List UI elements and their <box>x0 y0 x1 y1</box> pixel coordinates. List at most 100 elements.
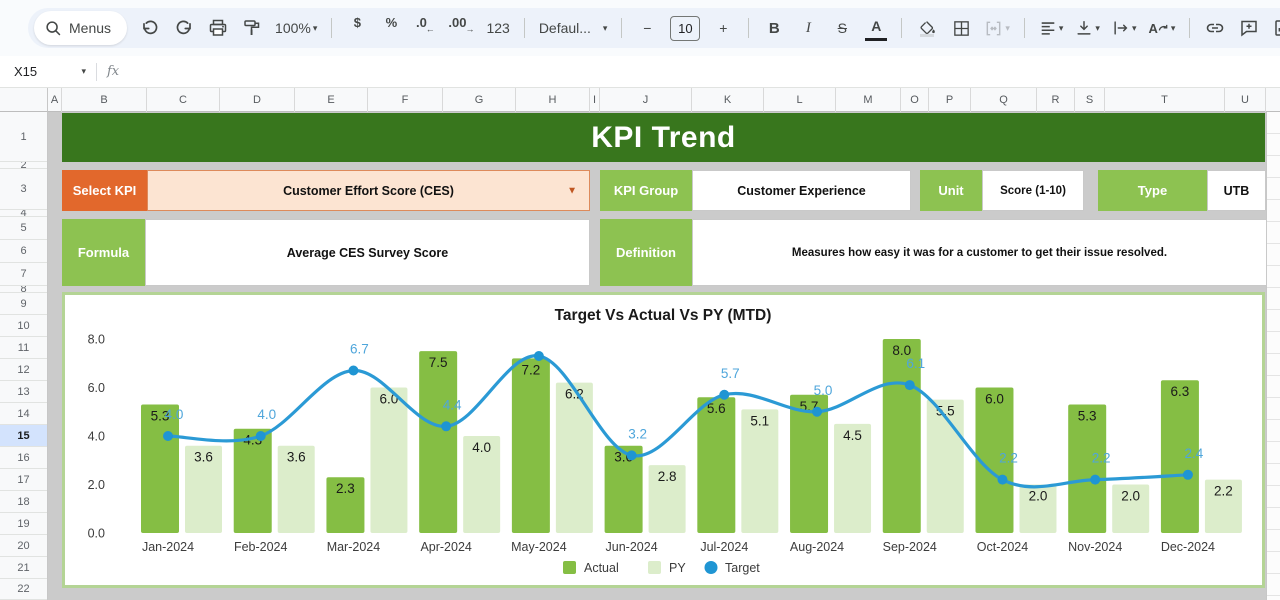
dropdown-arrow-icon: ▼ <box>567 185 577 196</box>
column-header-D[interactable]: D <box>220 88 295 112</box>
row-header-5[interactable]: 5 <box>0 217 47 240</box>
row-header-14[interactable]: 14 <box>0 403 47 425</box>
target-label: 4.0 <box>165 407 184 422</box>
target-point <box>627 450 637 460</box>
menus-label: Menus <box>69 20 111 36</box>
actual-bar <box>419 351 457 533</box>
column-header-Q[interactable]: Q <box>971 88 1037 112</box>
empty-cells-strip[interactable] <box>1266 112 1280 600</box>
redo-button[interactable] <box>173 15 195 41</box>
undo-button[interactable] <box>139 15 161 41</box>
column-header-M[interactable]: M <box>836 88 901 112</box>
x-category-label: Jul-2024 <box>700 540 748 554</box>
column-header-P[interactable]: P <box>929 88 971 112</box>
row-header-6[interactable]: 6 <box>0 240 47 263</box>
formula-bar: X15 ▾ fx <box>0 56 1280 88</box>
x-category-label: Mar-2024 <box>327 540 381 554</box>
horizontal-align-button[interactable]: ▾ <box>1039 15 1064 41</box>
column-header-H[interactable]: H <box>516 88 590 112</box>
fill-color-button[interactable] <box>916 15 938 41</box>
percent-format-button[interactable]: % <box>380 15 402 41</box>
row-header-2[interactable]: 2 <box>0 162 47 169</box>
select-all-corner[interactable] <box>0 88 48 112</box>
row-header-8[interactable]: 8 <box>0 286 47 293</box>
menus-search[interactable]: Menus <box>34 11 127 45</box>
font-size-input[interactable]: 10 <box>670 16 700 41</box>
column-header-A[interactable]: A <box>48 88 62 112</box>
paint-format-button[interactable] <box>241 15 263 41</box>
strikethrough-button[interactable]: S <box>831 15 853 41</box>
row-header-12[interactable]: 12 <box>0 359 47 381</box>
text-wrap-button[interactable]: ▾ <box>1112 15 1137 41</box>
row-header-21[interactable]: 21 <box>0 557 47 579</box>
column-header-O[interactable]: O <box>901 88 929 112</box>
insert-link-button[interactable] <box>1204 15 1226 41</box>
kpi-trend-chart[interactable]: Target Vs Actual Vs PY (MTD)0.02.04.06.0… <box>62 292 1265 588</box>
column-header-E[interactable]: E <box>295 88 368 112</box>
row-header-10[interactable]: 10 <box>0 315 47 337</box>
column-header-B[interactable]: B <box>62 88 147 112</box>
column-header-G[interactable]: G <box>443 88 516 112</box>
row-header-7[interactable]: 7 <box>0 263 47 286</box>
actual-bar <box>697 397 735 533</box>
column-header-U[interactable]: U <box>1225 88 1266 112</box>
currency-format-button[interactable]: $ <box>346 15 368 41</box>
name-box[interactable]: X15 ▾ <box>0 64 86 79</box>
column-header-S[interactable]: S <box>1075 88 1105 112</box>
y-tick-label: 8.0 <box>88 333 105 347</box>
print-button[interactable] <box>207 15 229 41</box>
insert-comment-button[interactable] <box>1238 15 1260 41</box>
type-value: UTB <box>1207 170 1266 211</box>
row-header-11[interactable]: 11 <box>0 337 47 359</box>
row-header-19[interactable]: 19 <box>0 513 47 535</box>
row-header-9[interactable]: 9 <box>0 293 47 315</box>
actual-bar <box>790 395 828 533</box>
column-headers: ABCDEFGHIJKLMOPQRSTU <box>48 88 1280 112</box>
zoom-select[interactable]: 100% ▾ <box>275 15 317 41</box>
row-header-20[interactable]: 20 <box>0 535 47 557</box>
decrease-font-size-button[interactable]: − <box>636 15 658 41</box>
column-header-J[interactable]: J <box>600 88 692 112</box>
target-point <box>1090 475 1100 485</box>
definition-value: Measures how easy it was for a customer … <box>692 219 1267 286</box>
merge-cells-button[interactable]: ▾ <box>984 15 1010 41</box>
select-kpi-label: Select KPI <box>62 170 147 211</box>
row-header-13[interactable]: 13 <box>0 381 47 403</box>
chart-title: Target Vs Actual Vs PY (MTD) <box>555 307 772 324</box>
column-header-C[interactable]: C <box>147 88 220 112</box>
row-header-15[interactable]: 15 <box>0 425 47 447</box>
row-header-16[interactable]: 16 <box>0 447 47 469</box>
text-color-button[interactable]: A <box>865 15 887 41</box>
py-bar-label: 4.0 <box>472 440 491 455</box>
column-header-T[interactable]: T <box>1105 88 1225 112</box>
column-header-L[interactable]: L <box>764 88 836 112</box>
italic-button[interactable]: I <box>797 15 819 41</box>
increase-font-size-button[interactable]: + <box>712 15 734 41</box>
insert-chart-button[interactable] <box>1272 15 1280 41</box>
row-header-18[interactable]: 18 <box>0 491 47 513</box>
row-header-3[interactable]: 3 <box>0 169 47 210</box>
py-bar-label: 2.8 <box>658 469 677 484</box>
number-format-button[interactable]: 123 <box>486 15 509 41</box>
increase-decimal-button[interactable]: .00→ <box>448 15 474 41</box>
font-family-select[interactable]: Defaul... ▾ <box>539 15 608 41</box>
decrease-decimal-button[interactable]: .0← <box>414 15 436 41</box>
column-header-I[interactable]: I <box>590 88 600 112</box>
bold-button[interactable]: B <box>763 15 785 41</box>
vertical-align-button[interactable]: ▾ <box>1075 15 1100 41</box>
unit-value: Score (1-10) <box>982 170 1084 211</box>
actual-bar-label: 2.3 <box>336 481 355 496</box>
row-header-22[interactable]: 22 <box>0 579 47 600</box>
divider <box>901 18 902 38</box>
row-header-17[interactable]: 17 <box>0 469 47 491</box>
target-label: 3.2 <box>628 426 647 441</box>
text-rotate-button[interactable]: A ▾ <box>1148 15 1175 41</box>
column-header-R[interactable]: R <box>1037 88 1075 112</box>
row-header-1[interactable]: 1 <box>0 112 47 162</box>
row-header-4[interactable]: 4 <box>0 210 47 217</box>
target-point <box>812 407 822 417</box>
column-header-K[interactable]: K <box>692 88 764 112</box>
kpi-select-dropdown[interactable]: Customer Effort Score (CES) ▼ <box>147 170 590 211</box>
column-header-F[interactable]: F <box>368 88 443 112</box>
borders-button[interactable] <box>950 15 972 41</box>
